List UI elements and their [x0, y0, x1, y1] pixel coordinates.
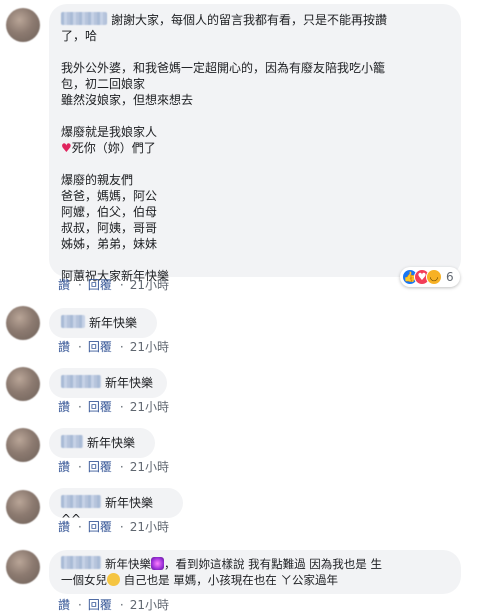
comment-text: ，看到妳這樣說 我有點難過 因為我也是 生 — [164, 557, 382, 571]
comment-text: 包，初二回娘家 — [61, 77, 146, 91]
comment-bubble: 新年快樂 — [49, 368, 167, 398]
avatar[interactable] — [6, 490, 40, 524]
comment-text: 新年快樂 — [105, 557, 151, 571]
comment-text: 新年快樂 — [89, 316, 138, 330]
heart-icon: ♥ — [61, 141, 72, 155]
avatar[interactable] — [6, 428, 40, 462]
comment-bubble: 新年快樂^^ — [49, 488, 183, 526]
comment-bubble: 謝謝大家，每個人的留言我都有看，只是不能再按讚 了，哈 我外公外婆，和我爸媽一定… — [49, 4, 461, 283]
comment-text: 一個女兒 — [61, 573, 107, 587]
like-link[interactable]: 讚 — [58, 278, 70, 292]
reaction-count: 6 — [446, 270, 454, 284]
comment-text: 新年快樂 — [87, 436, 136, 450]
commenter-name[interactable] — [61, 12, 107, 25]
reply-link[interactable]: 回覆 — [88, 520, 112, 534]
comment-text: 阿嬤，伯父，伯母 — [61, 205, 158, 219]
timestamp[interactable]: 21小時 — [130, 340, 169, 354]
avatar[interactable] — [6, 550, 40, 584]
comment-text: 謝謝大家，每個人的留言我都有看，只是不能再按讚 — [111, 13, 388, 27]
comment-text: 我外公外婆，和我爸媽一定超開心的，因為有廢友陪我吃小籠 — [61, 61, 386, 75]
comment-bubble: 新年快樂 ，看到妳這樣說 我有點難過 因為我也是 生 一個女兒 自己也是 單媽，小… — [49, 550, 461, 594]
reply-link[interactable]: 回覆 — [88, 278, 112, 292]
comment-text: 了，哈 — [61, 29, 98, 43]
comment-actions: 讚 · 回覆 · 21小時 — [58, 520, 169, 534]
reply-link[interactable]: 回覆 — [88, 598, 112, 612]
comment-text: 新年快樂 — [105, 376, 154, 390]
comment-text: 爆廢的親友們 — [61, 173, 134, 187]
timestamp[interactable]: 21小時 — [130, 598, 169, 612]
timestamp[interactable]: 21小時 — [130, 460, 169, 474]
comment-actions: 讚 · 回覆 · 21小時 — [58, 340, 169, 354]
haha-icon: ◡ — [426, 269, 442, 285]
comment-actions: 讚 · 回覆 · 21小時 — [58, 400, 169, 414]
comment-text: 姊姊，弟弟，妹妹 — [61, 237, 158, 251]
comment-actions: 讚 · 回覆 · 21小時 — [58, 460, 169, 474]
avatar[interactable] — [6, 306, 40, 340]
worried-face-icon — [107, 573, 120, 586]
avatar[interactable] — [6, 367, 40, 401]
comment-text: 叔叔，阿姨，哥哥 — [61, 221, 158, 235]
commenter-name[interactable] — [61, 315, 85, 328]
commenter-name[interactable] — [61, 556, 101, 569]
commenter-name[interactable] — [61, 435, 83, 448]
comment-text: 雖然沒娘家，但想來想去 — [61, 93, 194, 107]
like-link[interactable]: 讚 — [58, 460, 70, 474]
like-link[interactable]: 讚 — [58, 598, 70, 612]
commenter-name[interactable] — [61, 375, 101, 388]
timestamp[interactable]: 21小時 — [130, 400, 169, 414]
like-link[interactable]: 讚 — [58, 340, 70, 354]
like-link[interactable]: 讚 — [58, 400, 70, 414]
comment-text: 死你（妳）們了 — [71, 141, 156, 155]
commenter-name[interactable] — [61, 495, 101, 508]
timestamp[interactable]: 21小時 — [130, 520, 169, 534]
comment-actions: 讚 · 回覆 · 21小時 — [58, 598, 169, 612]
comment-text: 自己也是 單媽，小孩現在也在 ㄚ公家過年 — [120, 573, 338, 587]
comment-bubble: 新年快樂 — [49, 308, 157, 338]
reaction-summary[interactable]: 👍 ♥ ◡ 6 — [400, 267, 460, 287]
reply-link[interactable]: 回覆 — [88, 400, 112, 414]
comment-text: 爆廢就是我娘家人 — [61, 125, 158, 139]
reply-link[interactable]: 回覆 — [88, 460, 112, 474]
reply-link[interactable]: 回覆 — [88, 340, 112, 354]
timestamp[interactable]: 21小時 — [130, 278, 169, 292]
comment-bubble: 新年快樂 — [49, 428, 155, 458]
avatar[interactable] — [6, 8, 40, 42]
comment-text: 爸爸，媽媽，阿公 — [61, 189, 158, 203]
like-link[interactable]: 讚 — [58, 520, 70, 534]
sparkle-emoji-icon — [151, 557, 164, 570]
comment-actions: 讚 · 回覆 · 21小時 — [58, 278, 169, 292]
